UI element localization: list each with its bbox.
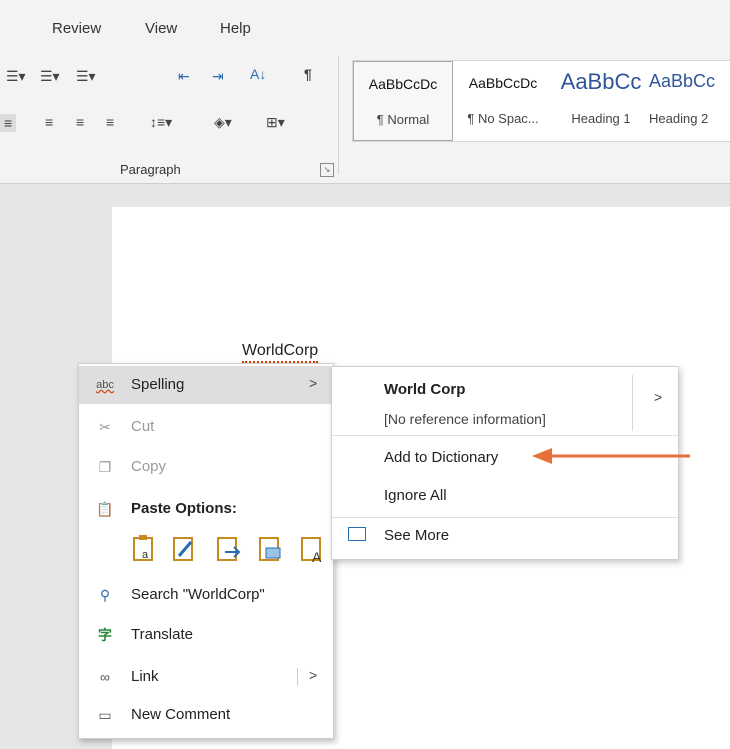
copy-icon: ❐ <box>98 459 112 475</box>
menu-item-translate[interactable]: 字 Translate <box>79 616 333 654</box>
style-no-spacing[interactable]: AaBbCcDc ¶ No Spac... <box>453 61 553 139</box>
sort-icon[interactable]: A↓ <box>250 66 266 82</box>
style-heading-2[interactable]: AaBbCc Heading 2 <box>649 61 730 139</box>
align-right-icon[interactable]: ≡ <box>76 114 84 130</box>
reference-info: [No reference information] <box>384 411 546 427</box>
ignore-all-item[interactable]: Ignore All <box>384 487 447 504</box>
style-label: Heading 2 <box>649 111 709 126</box>
misspelled-word[interactable]: WorldCorp <box>242 341 319 363</box>
menu-item-label: Copy <box>131 458 167 475</box>
decrease-indent-icon[interactable]: ⇤ <box>178 68 190 85</box>
borders-icon[interactable]: ⊞▾ <box>266 114 285 131</box>
style-heading-1[interactable]: AaBbCc Heading 1 <box>555 61 647 139</box>
spelling-icon: abc <box>96 379 114 391</box>
comment-icon: ▭ <box>98 707 112 723</box>
align-left-icon[interactable]: ≡ <box>0 114 17 132</box>
tab-view[interactable]: View <box>145 20 177 37</box>
menu-item-label: Translate <box>131 626 193 643</box>
style-preview: AaBbCc <box>560 69 642 94</box>
numbering-icon[interactable]: ☰▾ <box>40 68 60 85</box>
tab-review[interactable]: Review <box>52 20 101 37</box>
menu-item-label: Search "WorldCorp" <box>131 586 265 603</box>
context-menu: abc Spelling > ✂ Cut ❐ Copy 📋 Paste Opti… <box>78 363 334 739</box>
style-label: ¶ Normal <box>376 112 430 127</box>
menu-item-link[interactable]: ∞ Link > <box>79 658 333 696</box>
menu-item-cut: ✂ Cut <box>79 408 333 446</box>
menu-item-copy: ❐ Copy <box>79 448 333 486</box>
chevron-right-icon[interactable]: > <box>654 389 662 405</box>
show-formatting-icon[interactable]: ¶ <box>304 66 312 82</box>
split-divider <box>297 668 298 686</box>
multilevel-list-icon[interactable]: ☰▾ <box>76 68 96 85</box>
bullets-icon[interactable]: ☰▾ <box>6 68 26 85</box>
menu-item-label: Spelling <box>131 376 185 393</box>
menu-item-label: Paste Options: <box>131 500 237 517</box>
style-preview: AaBbCcDc <box>468 75 538 91</box>
merge-formatting-icon[interactable] <box>171 534 197 564</box>
align-center-icon[interactable]: ≡ <box>45 114 53 130</box>
style-label: ¶ No Spac... <box>467 111 539 126</box>
menu-divider <box>332 435 678 436</box>
menu-item-label: New Comment <box>131 706 231 723</box>
increase-indent-icon[interactable]: ⇥ <box>212 68 224 85</box>
paste-icon: 📋 <box>96 501 114 517</box>
menu-item-label: Cut <box>131 418 155 435</box>
menu-item-search[interactable]: ⚲ Search "WorldCorp" <box>79 576 333 614</box>
chevron-right-icon: > <box>309 667 318 683</box>
keep-source-formatting-icon[interactable]: a <box>131 534 157 564</box>
paragraph-group-label: Paragraph <box>120 162 181 177</box>
svg-text:a: a <box>142 549 149 561</box>
see-more-icon <box>348 527 366 541</box>
split-divider <box>632 375 633 431</box>
see-more-item[interactable]: See More <box>384 527 449 544</box>
dialog-launcher-icon[interactable]: ↘ <box>320 163 334 177</box>
annotation-arrow <box>532 448 690 464</box>
line-spacing-icon[interactable]: ↕≡▾ <box>150 114 172 131</box>
translate-icon: 字 <box>98 627 112 643</box>
style-preview: AaBbCcDc <box>368 76 438 92</box>
style-normal[interactable]: AaBbCcDc ¶ Normal <box>353 61 453 141</box>
tab-help[interactable]: Help <box>220 20 251 37</box>
picture-icon[interactable] <box>257 534 283 564</box>
menu-item-spelling[interactable]: abc Spelling > <box>79 366 333 404</box>
add-to-dictionary-item[interactable]: Add to Dictionary <box>384 449 498 466</box>
group-divider <box>338 56 339 174</box>
styles-gallery: AaBbCcDc ¶ Normal AaBbCcDc ¶ No Spac... … <box>352 60 730 142</box>
style-label: Heading 1 <box>571 111 631 126</box>
text-only-icon[interactable]: A <box>299 534 325 565</box>
menu-divider <box>332 517 678 518</box>
link-icon: ∞ <box>100 669 110 685</box>
menu-item-paste-options: 📋 Paste Options: <box>79 490 333 528</box>
chevron-right-icon: > <box>309 375 318 391</box>
search-icon: ⚲ <box>99 587 111 603</box>
menu-item-new-comment[interactable]: ▭ New Comment <box>79 696 333 734</box>
menu-item-label: Link <box>131 668 159 685</box>
scissors-icon: ✂ <box>99 419 111 435</box>
keep-text-only-icon[interactable] <box>215 534 241 564</box>
ribbon: Review View Help ☰▾ ☰▾ ☰▾ ⇤ ⇥ A↓ ¶ ≡ ≡ ≡… <box>0 0 730 184</box>
style-preview: AaBbCc <box>649 71 716 91</box>
svg-text:A: A <box>312 549 322 564</box>
justify-icon[interactable]: ≡ <box>106 114 114 130</box>
shading-icon[interactable]: ◈▾ <box>214 114 232 131</box>
paste-options-row: a A <box>131 534 331 568</box>
spelling-suggestion[interactable]: World Corp <box>384 381 465 398</box>
